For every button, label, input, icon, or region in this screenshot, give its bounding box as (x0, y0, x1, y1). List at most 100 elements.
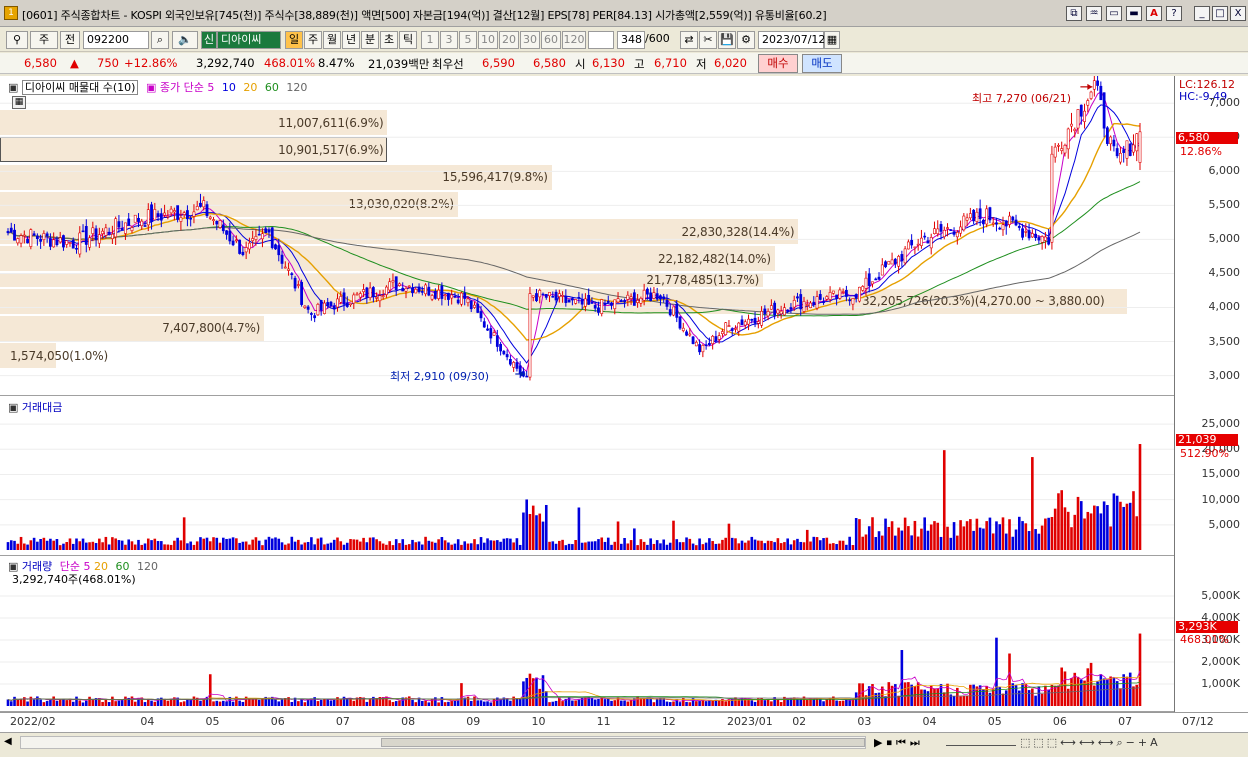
interval-20[interactable]: 20 (499, 31, 519, 49)
volume-bar (215, 700, 219, 706)
amount-bar (923, 517, 926, 550)
amount-bar (1102, 501, 1106, 550)
volume-pane[interactable]: ▣ 거래량 단순 5 20 60 120 3,292,740주(468.01%) (0, 556, 1174, 712)
x-axis-label: 09 (466, 715, 481, 728)
mode-toggle[interactable]: 전 (60, 31, 80, 49)
amount-bar (440, 537, 444, 550)
code-input[interactable]: 092200 (83, 31, 149, 49)
table-icon[interactable]: ▦ (12, 96, 26, 109)
candle (724, 321, 728, 336)
tf-minute[interactable]: 분 (361, 31, 379, 49)
volume-bar (597, 699, 600, 706)
interval-120[interactable]: 120 (562, 31, 586, 49)
close-button[interactable]: X (1230, 6, 1246, 21)
amount-bar (1112, 493, 1116, 550)
amount-bar (1008, 519, 1011, 550)
tools-icon[interactable]: ✂ (699, 31, 717, 49)
pin-icon[interactable]: ⚲ (6, 31, 28, 49)
candle (548, 292, 551, 303)
volume-bar (1011, 683, 1015, 706)
amount-bar (280, 542, 284, 550)
tf-month[interactable]: 월 (323, 31, 341, 49)
scroll-left-icon[interactable]: ◀ (4, 736, 18, 750)
candle (769, 299, 773, 310)
speaker-icon[interactable]: 🔈 (172, 31, 198, 49)
amount-bar (512, 542, 515, 550)
interval-10[interactable]: 10 (478, 31, 498, 49)
volume-bar (52, 696, 55, 706)
volume-bar (78, 700, 82, 706)
candle (97, 227, 101, 248)
amount-bar (1050, 516, 1054, 550)
restore-layout-button[interactable]: ⧉ (1066, 6, 1082, 21)
maximize-button[interactable]: □ (1212, 6, 1228, 21)
font-button[interactable]: A (1146, 6, 1162, 21)
bar-button[interactable]: ▬ (1126, 6, 1142, 21)
profile-legend-label[interactable]: 디아이씨 매물대 수(10) (21, 80, 139, 95)
amount-bar (195, 541, 199, 550)
date-input[interactable]: 2023/07/12 (758, 31, 825, 49)
buy-button[interactable]: 매수 (758, 54, 798, 73)
candle (114, 216, 118, 246)
amount-bar (1004, 533, 1008, 550)
interval-1[interactable]: 1 (421, 31, 439, 49)
help-button[interactable]: ? (1166, 6, 1182, 21)
candle (544, 294, 548, 300)
tf-second[interactable]: 초 (380, 31, 398, 49)
amount-bar (372, 537, 375, 550)
amount-bar (864, 534, 868, 550)
interval-3[interactable]: 3 (440, 31, 458, 49)
amount-bar (629, 540, 633, 550)
chart-area[interactable]: 11,007,611(6.9%) 10,901,517(6.9%) 15,596,4… (0, 76, 1248, 732)
tf-week[interactable]: 주 (304, 31, 322, 49)
playback-controls[interactable]: ▶⏹⏮⏭ (874, 736, 924, 750)
frame-button[interactable]: ▭ (1106, 6, 1122, 21)
tf-tick[interactable]: 틱 (399, 31, 417, 49)
volume-bar (515, 698, 519, 706)
interval-30[interactable]: 30 (520, 31, 540, 49)
amount-bar (398, 543, 401, 550)
volume-bar (936, 688, 940, 706)
candle (1066, 127, 1070, 159)
amount-bar (600, 537, 604, 550)
minimize-button[interactable]: _ (1194, 6, 1210, 21)
amount-pane[interactable]: ▣ 거래대금 (0, 396, 1174, 556)
calendar-icon[interactable]: ▦ (824, 31, 840, 49)
candle (411, 283, 414, 297)
interval-5[interactable]: 5 (459, 31, 477, 49)
period-select[interactable]: 주 (30, 31, 58, 49)
volume-bar (277, 701, 281, 706)
amount-bar (189, 541, 192, 550)
interval-60[interactable]: 60 (541, 31, 561, 49)
price-pane[interactable]: 11,007,611(6.9%) 10,901,517(6.9%) 15,596,4… (0, 76, 1174, 396)
tf-day[interactable]: 일 (285, 31, 303, 49)
zoom-slider[interactable] (946, 738, 1016, 746)
candle (212, 217, 215, 226)
interval-custom-input[interactable] (588, 31, 614, 49)
volume-bar (329, 700, 333, 706)
stock-name[interactable]: 디아이씨 (217, 31, 281, 49)
view-tools-icons[interactable]: ⬚⬚⬚⟷⟷⟷⌕−+A (1020, 736, 1161, 750)
scroll-track[interactable] (20, 736, 866, 749)
amount-bar (1014, 529, 1018, 550)
chart-style-button[interactable]: ♒ (1086, 6, 1102, 21)
volume-bar (554, 700, 558, 706)
scroll-thumb[interactable] (381, 738, 865, 747)
settings-icon[interactable]: ⚙ (737, 31, 755, 49)
amount-bar (584, 542, 587, 550)
change-percent: +12.86% (124, 56, 178, 70)
compare-icon[interactable]: ⇄ (680, 31, 698, 49)
volume-bar (280, 698, 284, 706)
sell-button[interactable]: 매도 (802, 54, 842, 73)
search-icon[interactable]: ⌕ (151, 31, 169, 49)
volume-bar (551, 701, 555, 706)
amount-bar (199, 537, 202, 550)
amount-bar (721, 539, 724, 550)
save-icon[interactable]: 💾 (718, 31, 736, 49)
volume-bar (163, 698, 166, 706)
count-input[interactable]: 348 (617, 31, 645, 49)
tf-year[interactable]: 년 (342, 31, 360, 49)
volume-bar (443, 702, 447, 706)
volume-bar (479, 700, 483, 706)
volume-bar (535, 677, 538, 706)
